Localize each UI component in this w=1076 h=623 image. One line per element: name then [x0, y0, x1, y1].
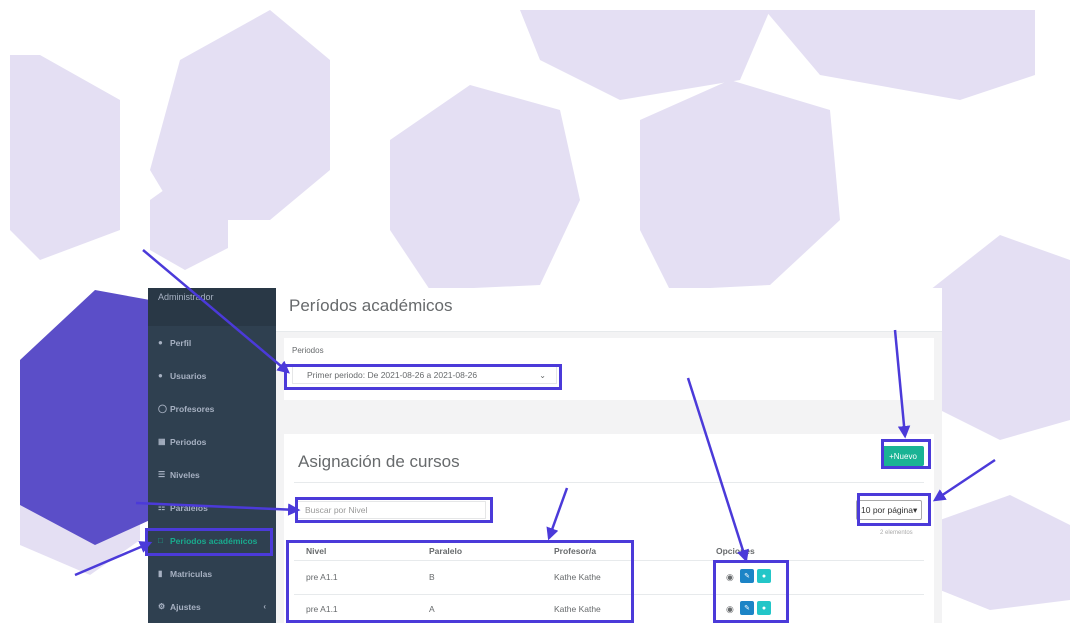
sidebar-item-paralelos[interactable]: ☷ Paralelos	[148, 491, 276, 524]
sidebar-item-matriculas[interactable]: ▮ Matriculas	[148, 557, 276, 590]
section-title: Asignación de cursos	[298, 452, 460, 471]
sidebar-item-label: Profesores	[170, 403, 215, 414]
highlight-period-select	[284, 364, 562, 390]
highlight-search	[295, 497, 493, 523]
sidebar-item-label: Usuarios	[170, 370, 207, 381]
users-icon: ●	[158, 371, 163, 380]
column-header-opciones: Opciones	[716, 546, 755, 556]
sidebar-item-label: Niveles	[170, 469, 200, 480]
user-icon: ●	[158, 338, 163, 347]
elements-count: 2 elementos	[880, 530, 913, 536]
sidebar-item-ajustes[interactable]: ⚙ Ajustes ‹	[148, 590, 276, 623]
sidebar: Administrador ● Perfil ● Usuarios ◯ Profeso…	[148, 288, 276, 623]
highlight-new-button	[881, 439, 931, 469]
sidebar-item-label: Ajustes	[170, 601, 201, 612]
sidebar-item-niveles[interactable]: ☰ Niveles	[148, 458, 276, 491]
list-icon: ☰	[158, 470, 166, 479]
periodos-label: Periodos	[292, 346, 324, 355]
page-title: Períodos académicos	[276, 288, 942, 332]
highlight-sidebar-item	[145, 528, 273, 556]
sidebar-item-perfil[interactable]: ● Perfil	[148, 326, 276, 359]
highlight-table	[286, 540, 634, 623]
sidebar-item-label: Paralelos	[170, 502, 208, 513]
book-icon: ▮	[158, 569, 163, 578]
table-icon: ▦	[158, 437, 166, 446]
sidebar-item-label: Matriculas	[170, 568, 213, 579]
sidebar-item-profesores[interactable]: ◯ Profesores	[148, 392, 276, 425]
sidebar-user-role: Administrador	[148, 288, 276, 326]
highlight-options	[713, 560, 789, 623]
highlight-per-page	[857, 493, 931, 526]
divider	[294, 482, 924, 483]
th-list-icon: ☷	[158, 503, 166, 512]
chevron-left-icon: ‹	[263, 602, 266, 611]
sidebar-item-usuarios[interactable]: ● Usuarios	[148, 359, 276, 392]
sidebar-item-label: Perfil	[170, 337, 192, 348]
sidebar-item-label: Periodos	[170, 436, 207, 447]
user-circle-icon: ◯	[158, 404, 167, 413]
gear-icon: ⚙	[158, 602, 166, 611]
sidebar-item-periodos[interactable]: ▦ Periodos	[148, 425, 276, 458]
